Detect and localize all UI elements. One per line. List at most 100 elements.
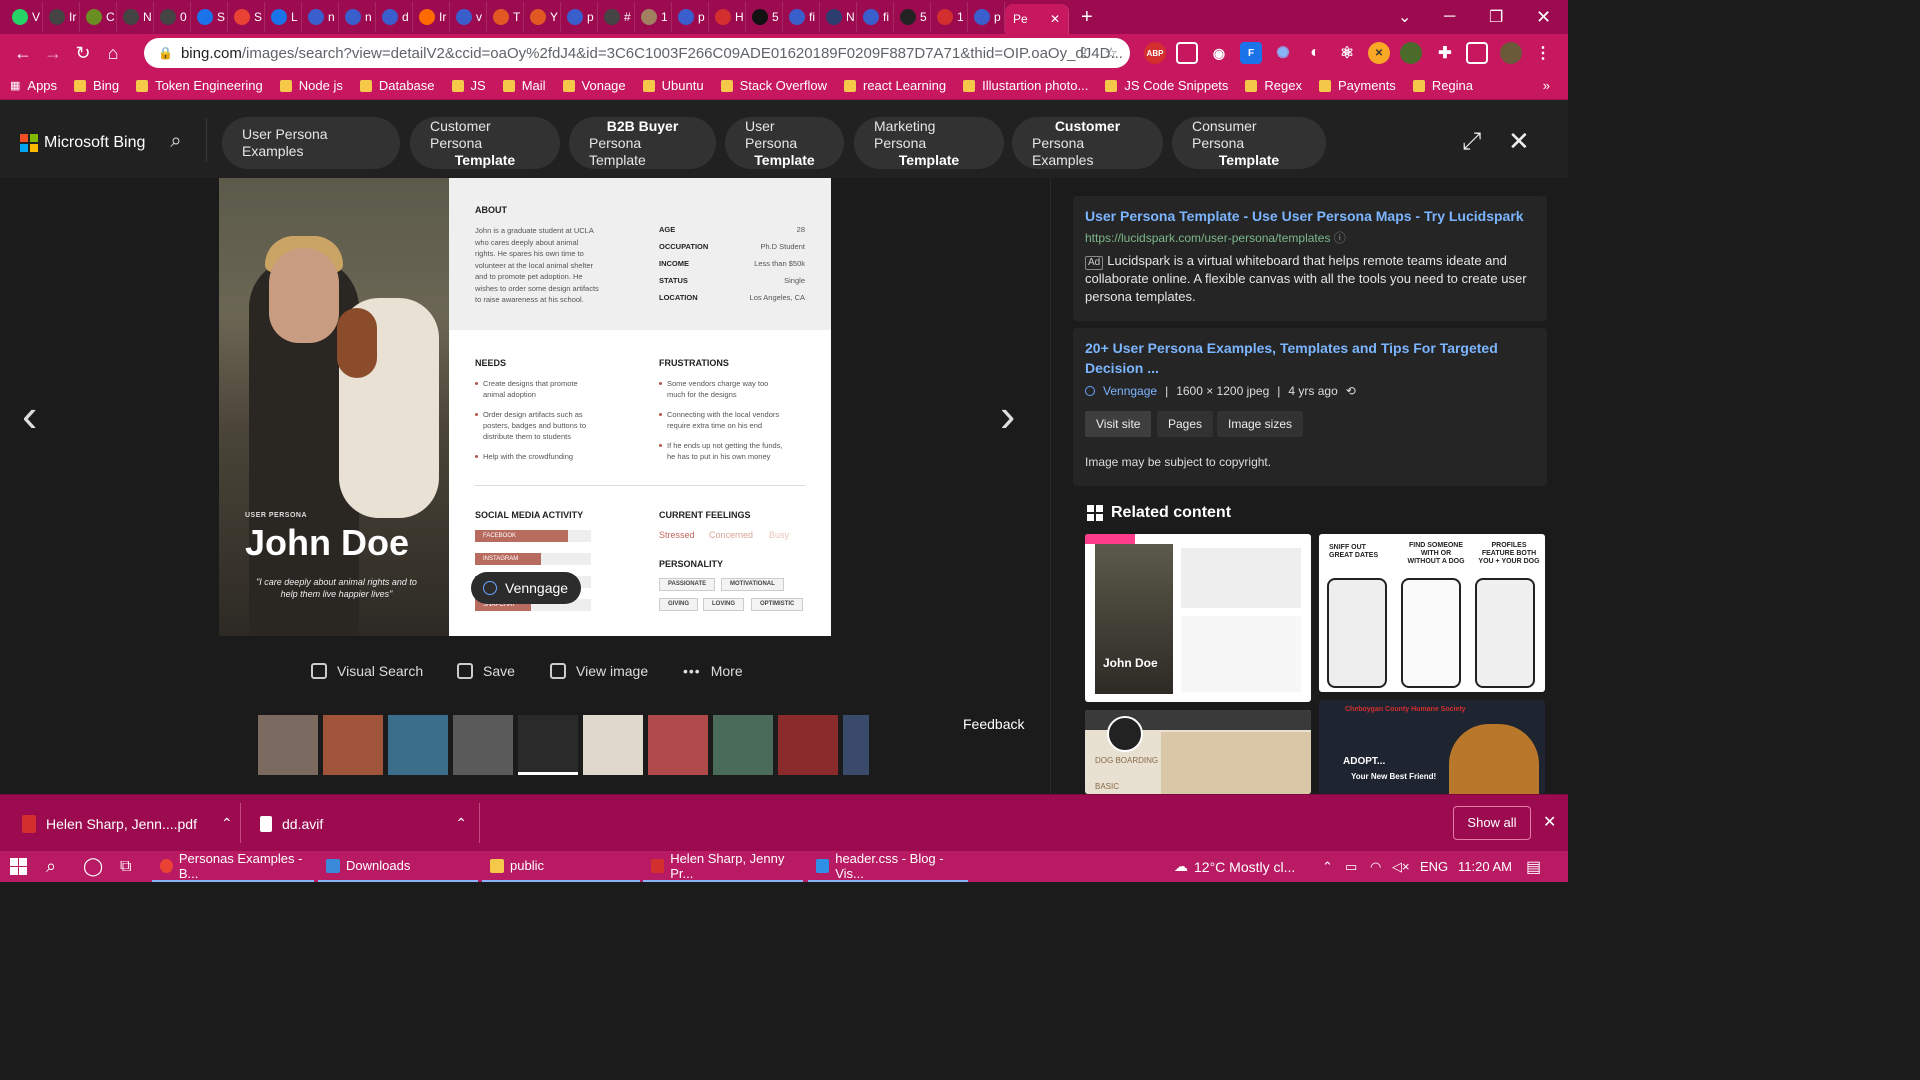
language-indicator[interactable]: ENG — [1412, 851, 1448, 882]
browser-tab[interactable]: C — [80, 2, 117, 32]
thumbnail[interactable] — [778, 715, 838, 775]
related-item-persona[interactable]: John Doe — [1085, 534, 1311, 702]
volume-icon[interactable]: ◁× — [1384, 851, 1410, 882]
browser-tab[interactable]: S — [191, 2, 228, 32]
browser-tab[interactable]: N — [117, 2, 154, 32]
browser-tab[interactable]: n — [339, 2, 376, 32]
task-view-icon[interactable]: ⧉ — [112, 851, 131, 882]
notifications-icon[interactable]: ▤ — [1518, 851, 1541, 882]
taskbar-app[interactable]: Personas Examples - B... — [152, 851, 314, 882]
browser-tab[interactable]: 0 — [154, 2, 191, 32]
visit-site-button[interactable]: Visit site — [1085, 411, 1152, 437]
thumbnail[interactable] — [453, 715, 513, 775]
browser-tab[interactable]: Ir — [43, 2, 80, 32]
bookmark-item[interactable]: Token Engineering — [136, 78, 263, 93]
color-picker-icon[interactable]: ✺ — [1272, 42, 1294, 64]
browser-tab[interactable]: H — [709, 2, 746, 32]
search-icon[interactable]: ⌕ — [160, 130, 192, 162]
bookmark-item[interactable]: Regina — [1412, 78, 1473, 93]
extension-f-icon[interactable]: F — [1240, 42, 1262, 64]
download-item[interactable]: dd.avif ⌃ — [260, 795, 467, 852]
thumbnail[interactable] — [843, 715, 869, 775]
browser-tab[interactable]: p — [968, 2, 1005, 32]
related-search-pill[interactable]: Consumer Persona Template — [1172, 117, 1326, 169]
info-icon[interactable]: ⓘ — [1334, 231, 1346, 245]
chevron-up-icon[interactable]: ⌃ — [455, 815, 467, 832]
bookmark-item[interactable]: Ubuntu — [642, 78, 704, 93]
next-image-arrow[interactable]: › — [1000, 388, 1015, 442]
close-viewer-icon[interactable]: ✕ — [1508, 126, 1530, 157]
persona-poster-image[interactable]: USER PERSONA John Doe "I care deeply abo… — [219, 178, 831, 636]
visual-search-button[interactable]: Visual Search — [311, 663, 423, 679]
browser-tab[interactable]: v — [450, 2, 487, 32]
windows-start-icon[interactable] — [2, 851, 27, 882]
browser-tab[interactable]: # — [598, 2, 635, 32]
bookmark-item[interactable]: ▦ Apps — [10, 78, 57, 93]
bookmark-item[interactable]: JS — [451, 78, 486, 93]
save-button[interactable]: Save — [457, 663, 515, 679]
browser-tab[interactable]: 5 — [746, 2, 783, 32]
cortana-icon[interactable]: ◯ — [75, 851, 103, 882]
react-devtools-icon[interactable]: ⚛ — [1336, 42, 1358, 64]
browser-tab[interactable]: S — [228, 2, 265, 32]
previous-image-arrow[interactable]: ‹ — [22, 388, 37, 442]
taskbar-app[interactable]: header.css - Blog - Vis... — [808, 851, 968, 882]
browser-tab[interactable]: 1 — [931, 2, 968, 32]
taskbar-app[interactable]: public — [482, 851, 640, 882]
ad-url[interactable]: https://lucidspark.com/user-persona/temp… — [1085, 229, 1535, 246]
home-icon[interactable]: ⌂ — [98, 43, 128, 64]
result-source[interactable]: Venngage — [1103, 384, 1157, 398]
taskbar-app[interactable]: Helen Sharp, Jenny Pr... — [643, 851, 803, 882]
menu-kebab-icon[interactable]: ⋮ — [1532, 42, 1554, 64]
bookmark-item[interactable]: Node js — [279, 78, 343, 93]
expand-icon[interactable]: ⤢ — [1462, 128, 1481, 156]
bookmark-item[interactable]: JS Code Snippets — [1105, 78, 1228, 93]
bookmark-item[interactable]: Payments — [1319, 78, 1396, 93]
browser-tab[interactable]: V — [6, 2, 43, 32]
browser-tab[interactable]: Ir — [413, 2, 450, 32]
browser-tab[interactable]: N — [820, 2, 857, 32]
related-item-dog-dating[interactable]: SNIFF OUT GREAT DATES FIND SOMEONE WITH … — [1319, 534, 1545, 692]
ghost-icon[interactable]: ◐ — [1304, 42, 1326, 64]
battery-icon[interactable]: ▭ — [1337, 851, 1357, 882]
related-search-pill[interactable]: User Persona Template — [725, 117, 844, 169]
view-image-button[interactable]: View image — [550, 663, 648, 679]
minimize-button[interactable]: ─ — [1444, 0, 1455, 34]
related-search-pill[interactable]: B2B Buyer Persona Template — [569, 117, 716, 169]
download-item[interactable]: Helen Sharp, Jenn....pdf ⌃ — [22, 795, 233, 852]
clock[interactable]: 11:20 AM — [1450, 851, 1512, 882]
bookmark-item[interactable]: react Learning — [843, 78, 946, 93]
show-all-downloads-button[interactable]: Show all — [1453, 806, 1531, 840]
browser-tab[interactable]: 1 — [635, 2, 672, 32]
extensions-puzzle-icon[interactable]: ✚ — [1434, 42, 1456, 64]
related-search-pill[interactable]: Marketing Persona Template — [854, 117, 1004, 169]
back-button[interactable]: ← — [8, 43, 38, 64]
profile-avatar[interactable] — [1500, 42, 1522, 64]
reload-button[interactable]: ↻ — [68, 43, 98, 64]
browser-tab[interactable]: 5 — [894, 2, 931, 32]
ad-title-link[interactable]: User Persona Template - Use User Persona… — [1085, 206, 1535, 226]
weather-widget[interactable]: ☁ 12°C Mostly cl... — [1166, 851, 1295, 882]
bookmark-star-icon[interactable]: ☆ — [1105, 44, 1118, 62]
related-search-pill[interactable]: Customer Persona Examples — [1012, 117, 1163, 169]
browser-tab[interactable]: fi — [783, 2, 820, 32]
close-tab-icon[interactable]: ✕ — [1050, 12, 1060, 26]
thumbnail[interactable] — [583, 715, 643, 775]
browser-tab[interactable]: p — [561, 2, 598, 32]
image-sizes-button[interactable]: Image sizes — [1217, 411, 1304, 437]
share-icon[interactable]: ⇪ — [1077, 44, 1090, 62]
address-bar[interactable]: 🔒 bing.com/images/search?view=detailV2&c… — [144, 38, 1130, 68]
related-search-pill[interactable]: Customer Persona Template — [410, 117, 560, 169]
pages-button[interactable]: Pages — [1157, 411, 1214, 437]
browser-tab[interactable]: n — [302, 2, 339, 32]
tray-chevron-icon[interactable]: ⌃ — [1314, 851, 1333, 882]
thumbnail[interactable] — [388, 715, 448, 775]
browser-tab-active[interactable]: Pe ✕ — [1005, 4, 1069, 34]
result-title-link[interactable]: 20+ User Persona Examples, Templates and… — [1085, 338, 1535, 378]
side-panel-icon[interactable] — [1466, 42, 1488, 64]
related-item-humane-society[interactable]: Cheboygan County Humane Society ADOPT...… — [1319, 700, 1545, 794]
thumbnail[interactable] — [713, 715, 773, 775]
forward-button[interactable]: → — [38, 43, 68, 64]
restore-button[interactable]: ❐ — [1489, 0, 1503, 34]
bookmark-item[interactable]: Stack Overflow — [720, 78, 827, 93]
